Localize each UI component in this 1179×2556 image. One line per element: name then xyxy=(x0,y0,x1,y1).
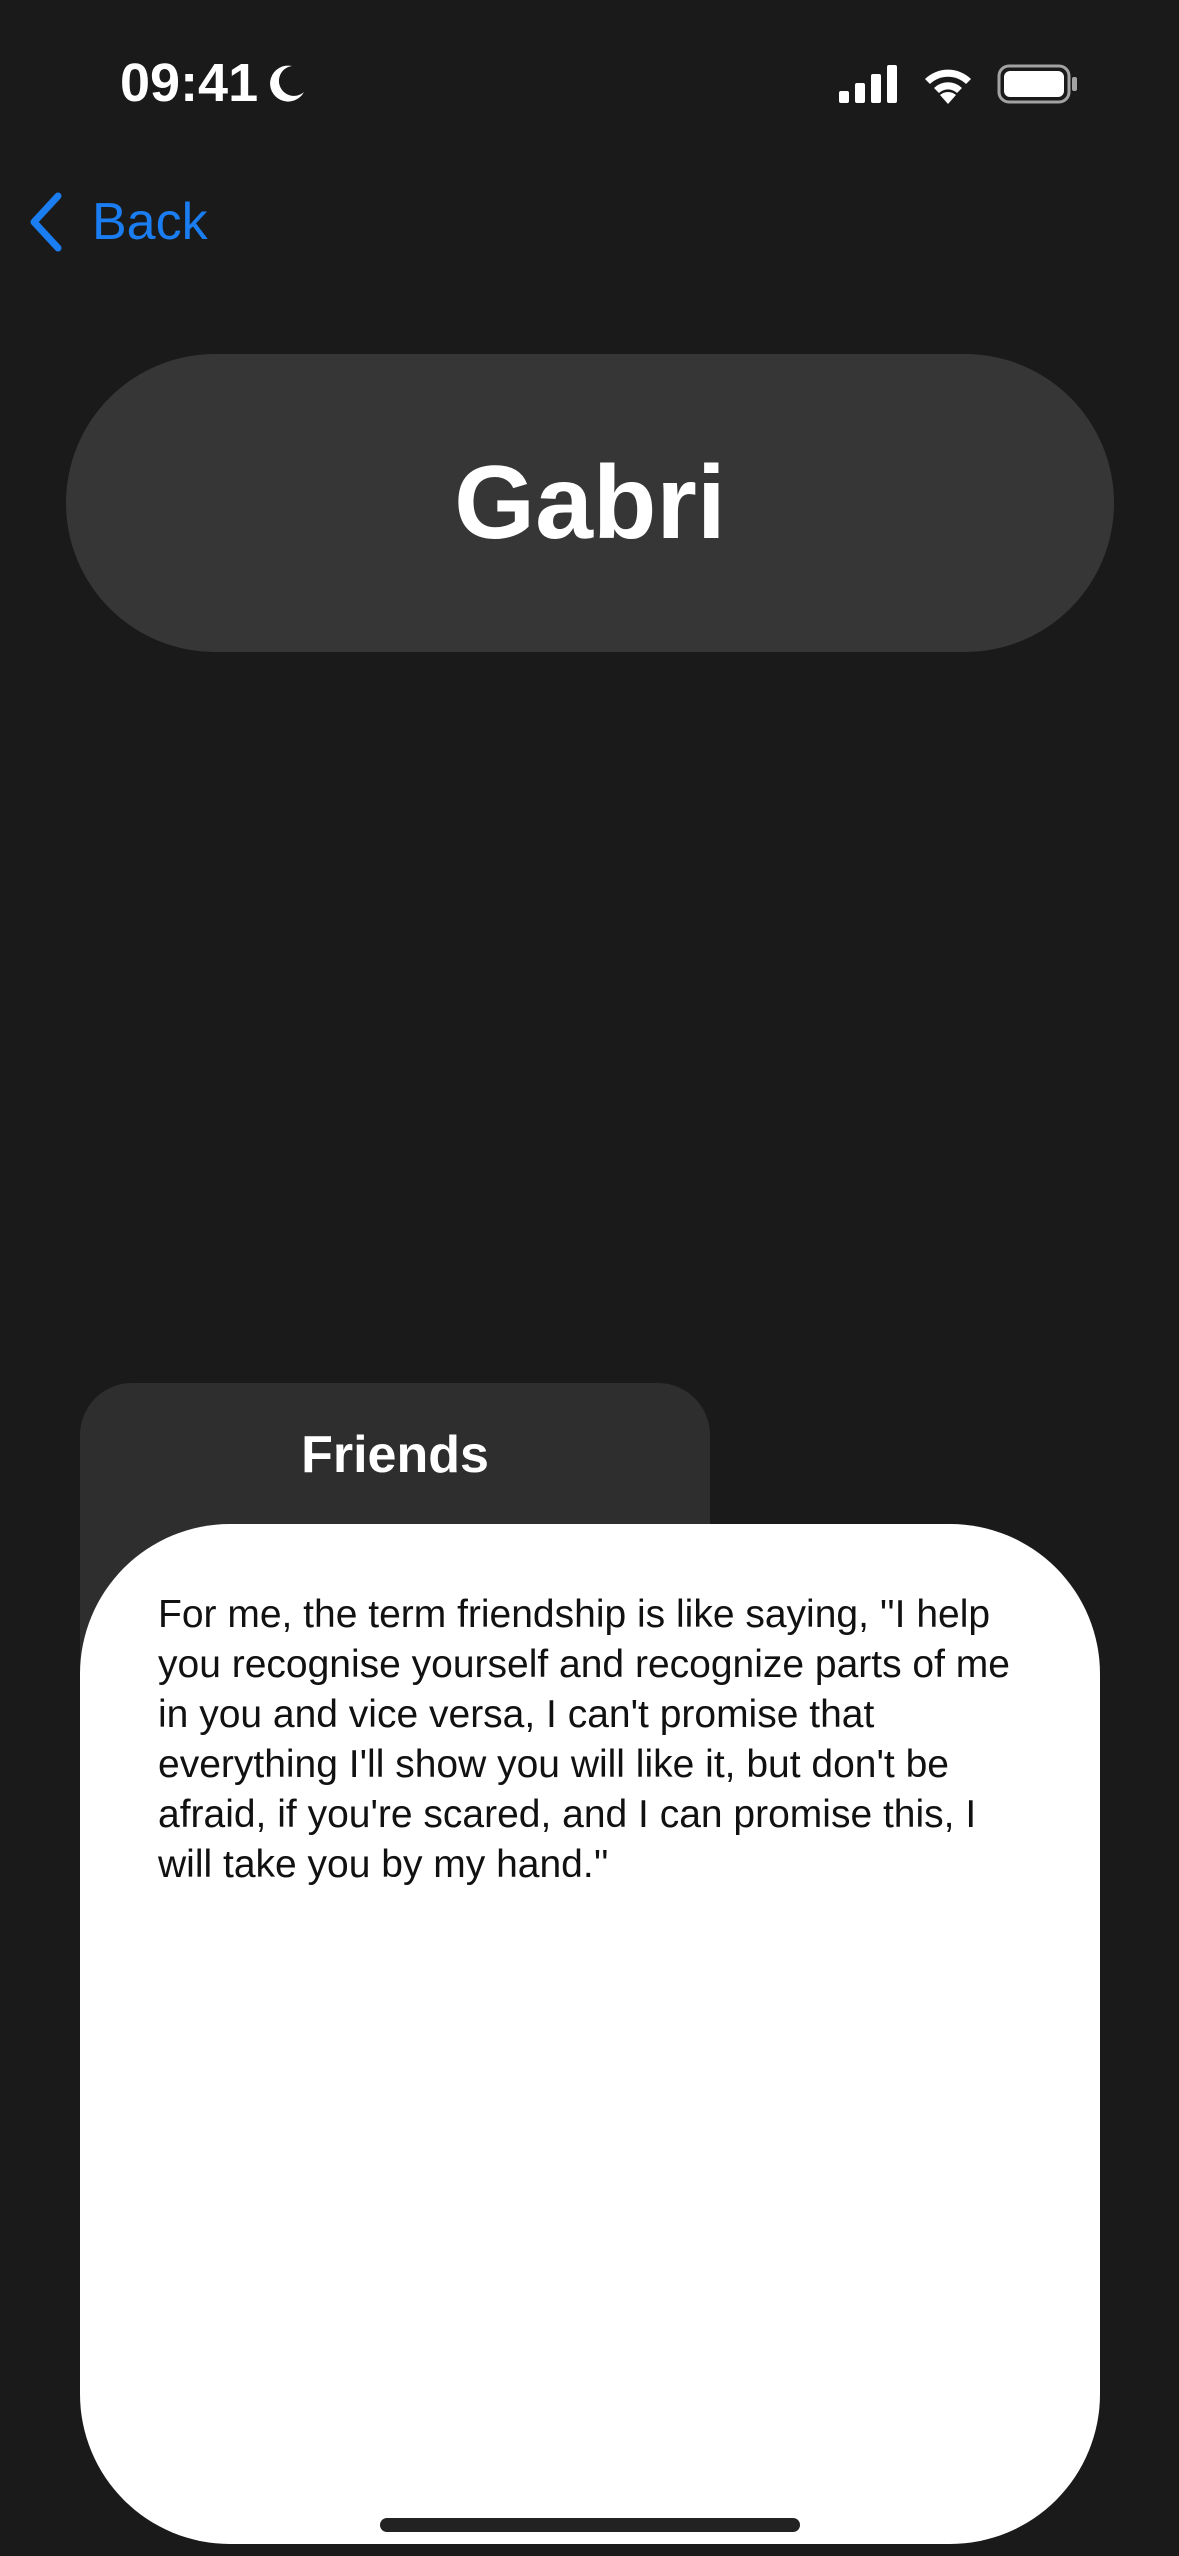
status-bar: 09:41 xyxy=(0,0,1179,170)
name-header: Gabri xyxy=(66,354,1114,652)
status-time: 09:41 xyxy=(120,53,259,113)
battery-icon xyxy=(997,64,1077,104)
friendship-text: For me, the term friendship is like sayi… xyxy=(158,1593,1010,1886)
wifi-icon xyxy=(925,69,971,104)
moon-icon xyxy=(270,65,305,102)
cellular-signal-icon xyxy=(839,65,897,103)
back-button[interactable]: Back xyxy=(26,190,208,254)
back-label: Back xyxy=(92,193,208,251)
status-icons xyxy=(839,64,1079,104)
status-time-group: 09:41 xyxy=(120,52,308,114)
profile-name: Gabri xyxy=(454,444,726,561)
text-sheet[interactable]: For me, the term friendship is like sayi… xyxy=(80,1524,1100,2544)
chevron-left-icon xyxy=(30,192,62,252)
card-title: Friends xyxy=(301,1426,489,1484)
home-indicator[interactable] xyxy=(380,2518,800,2532)
